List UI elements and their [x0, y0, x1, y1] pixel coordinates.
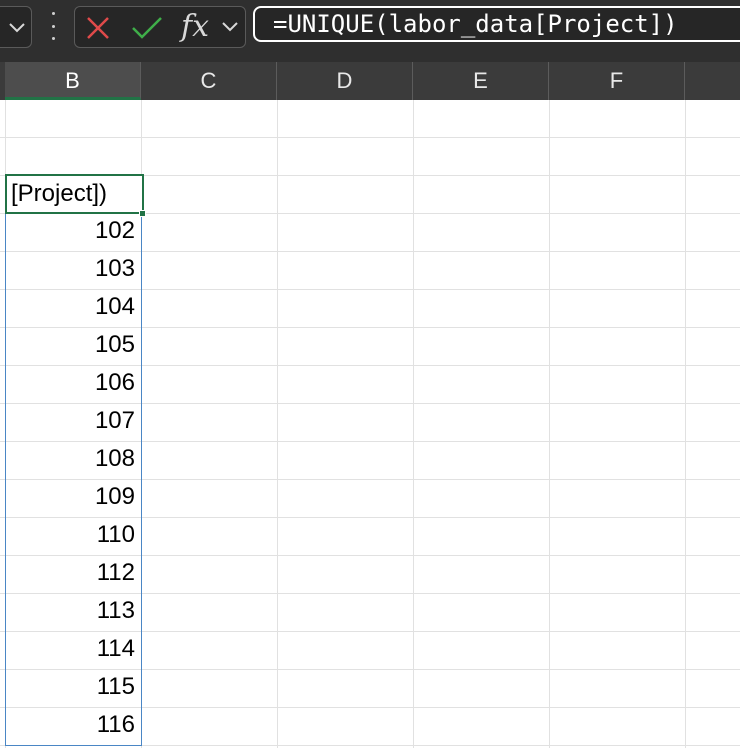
cancel-x-icon[interactable]	[85, 15, 111, 41]
spill-cell[interactable]: 108	[5, 440, 141, 478]
excel-window: fx =UNIQUE(labor_data[Project]) BCDEF [P…	[0, 0, 740, 748]
chevron-down-icon	[9, 23, 25, 33]
spill-cell[interactable]: 106	[5, 364, 141, 402]
name-box-dropdown[interactable]	[0, 6, 32, 48]
grid-line	[277, 100, 278, 748]
formula-input[interactable]: =UNIQUE(labor_data[Project])	[253, 6, 740, 42]
active-cell[interactable]: [Project])	[5, 174, 144, 214]
spill-cell[interactable]: 115	[5, 668, 141, 706]
column-header-e[interactable]: E	[413, 62, 549, 100]
spill-cell[interactable]: 107	[5, 402, 141, 440]
column-header-b[interactable]: B	[5, 62, 141, 100]
chevron-down-icon[interactable]	[221, 20, 239, 32]
column-headers: BCDEF	[0, 62, 740, 100]
grid-line	[413, 100, 414, 748]
spill-cell[interactable]: 103	[5, 250, 141, 288]
spill-cell[interactable]: 105	[5, 326, 141, 364]
more-vertical-icon[interactable]	[43, 12, 63, 40]
enter-check-icon[interactable]	[131, 15, 163, 41]
spill-cell[interactable]: 110	[5, 516, 141, 554]
spill-cell[interactable]: 116	[5, 706, 141, 744]
spill-cell[interactable]: 112	[5, 554, 141, 592]
spill-cell[interactable]: 113	[5, 592, 141, 630]
spill-cell[interactable]: 109	[5, 478, 141, 516]
column-header-f[interactable]: F	[549, 62, 685, 100]
spill-cell[interactable]: 102	[5, 212, 141, 250]
function-icon[interactable]: fx	[181, 10, 209, 44]
formula-bar: fx =UNIQUE(labor_data[Project])	[0, 0, 740, 62]
grid-line	[685, 100, 686, 748]
grid-line	[549, 100, 550, 748]
column-header-c[interactable]: C	[141, 62, 277, 100]
column-header-d[interactable]: D	[277, 62, 413, 100]
spill-cell[interactable]: 104	[5, 288, 141, 326]
formula-controls: fx	[74, 6, 246, 48]
spill-cell[interactable]: 114	[5, 630, 141, 668]
worksheet-grid[interactable]: [Project]) 102 103 104 105 106 107 108 109 110 11…	[0, 100, 740, 748]
